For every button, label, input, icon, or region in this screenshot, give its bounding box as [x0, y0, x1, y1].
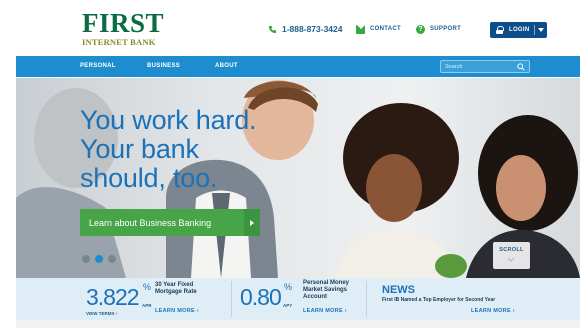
mortgage-learn-more-link[interactable]: LEARN MORE › [155, 308, 199, 314]
mortgage-rate-unit: APR [142, 303, 152, 308]
page: FIRST INTERNET BANK 1-888-873-3424 CONTA… [0, 0, 587, 328]
nav-item-business[interactable]: BUSINESS [147, 63, 180, 69]
mortgage-rate-desc: 30 Year Fixed Mortgage Rate [155, 282, 197, 296]
news-learn-more-label: LEARN MORE [471, 308, 511, 314]
support-link[interactable]: ? SUPPORT [416, 22, 461, 36]
mortgage-rate-panel: 3.822 % APR 30 Year Fixed Mortgage Rate … [16, 278, 231, 320]
support-label: SUPPORT [430, 26, 462, 32]
logo-subtitle: INTERNET BANK [82, 37, 156, 47]
search-icon[interactable] [517, 63, 525, 71]
savings-desc-line-1: Personal Money [303, 280, 350, 286]
news-title: NEWS [382, 284, 415, 296]
mortgage-rate-value: 3.822 [86, 284, 140, 310]
savings-desc-line-2: Market Savings [303, 287, 348, 293]
news-learn-more-link[interactable]: LEARN MORE › [471, 308, 515, 314]
savings-desc-line-3: Account [303, 294, 327, 300]
carousel-dot-3[interactable] [108, 255, 116, 263]
hero-headline: You work hard. Your bank should, too. [80, 105, 257, 193]
nav-item-about[interactable]: ABOUT [215, 63, 238, 69]
cta-label: Learn about Business Banking [89, 217, 212, 228]
first-internet-bank-logo[interactable]: FIRST INTERNET BANK [82, 8, 165, 50]
nav-item-personal[interactable]: PERSONAL [80, 63, 116, 69]
envelope-icon [356, 24, 365, 34]
savings-learn-more-label: LEARN MORE [303, 308, 343, 314]
hero-headline-line-1: You work hard. [80, 105, 257, 135]
login-divider [534, 25, 535, 35]
mortgage-desc-line-1: 30 Year Fixed [155, 282, 194, 288]
chevron-down-icon[interactable] [538, 28, 544, 32]
savings-rate-desc: Personal Money Market Savings Account [303, 280, 349, 301]
mortgage-rate-percent: % [143, 282, 152, 292]
chevron-down-icon [507, 257, 515, 262]
news-headline-link[interactable]: First IB Named a Top Employer for Second… [382, 297, 495, 303]
hero-headline-line-3: should, too. [80, 163, 218, 193]
hero-headline-line-2: Your bank [80, 134, 199, 164]
lock-icon [496, 26, 504, 34]
scroll-button[interactable]: SCROLL [493, 242, 530, 269]
footer-strip [16, 320, 580, 328]
learn-business-banking-button[interactable]: Learn about Business Banking [80, 209, 260, 236]
savings-rate-value: 0.80 [240, 284, 282, 310]
search-input[interactable] [445, 62, 515, 72]
search-box [440, 60, 530, 73]
view-terms-label: VIEW TERMS [86, 311, 115, 316]
news-panel: NEWS First IB Named a Top Employer for S… [367, 278, 580, 320]
rates-bar: 3.822 % APR 30 Year Fixed Mortgage Rate … [16, 278, 580, 320]
phone-number: 1-888-873-3424 [282, 24, 343, 34]
mortgage-desc-line-2: Mortgage Rate [155, 289, 197, 295]
carousel-dot-1[interactable] [82, 255, 90, 263]
scroll-label: SCROLL [499, 247, 524, 253]
chevron-right-icon [244, 209, 260, 236]
login-button[interactable]: LOGIN [490, 22, 547, 38]
site-header: FIRST INTERNET BANK 1-888-873-3424 CONTA… [16, 0, 580, 55]
carousel-dot-2[interactable] [95, 255, 103, 263]
view-terms-link[interactable]: VIEW TERMS › [86, 311, 117, 316]
login-label: LOGIN [509, 27, 530, 33]
logo-wordmark: FIRST [82, 8, 165, 38]
carousel-dots [82, 255, 121, 263]
phone-icon [268, 25, 277, 33]
contact-label: CONTACT [370, 26, 401, 32]
savings-rate-unit: APY [283, 303, 293, 308]
savings-rate-panel: 0.80 % APY Personal Money Market Savings… [232, 278, 362, 320]
hero-banner: You work hard. Your bank should, too. Le… [16, 78, 580, 278]
mortgage-learn-more-label: LEARN MORE [155, 308, 195, 314]
phone-link[interactable]: 1-888-873-3424 [268, 22, 343, 36]
question-icon: ? [416, 24, 425, 34]
main-nav: PERSONAL BUSINESS ABOUT [16, 56, 580, 77]
savings-rate-percent: % [284, 282, 293, 292]
savings-learn-more-link[interactable]: LEARN MORE › [303, 308, 347, 314]
contact-link[interactable]: CONTACT [356, 22, 401, 36]
